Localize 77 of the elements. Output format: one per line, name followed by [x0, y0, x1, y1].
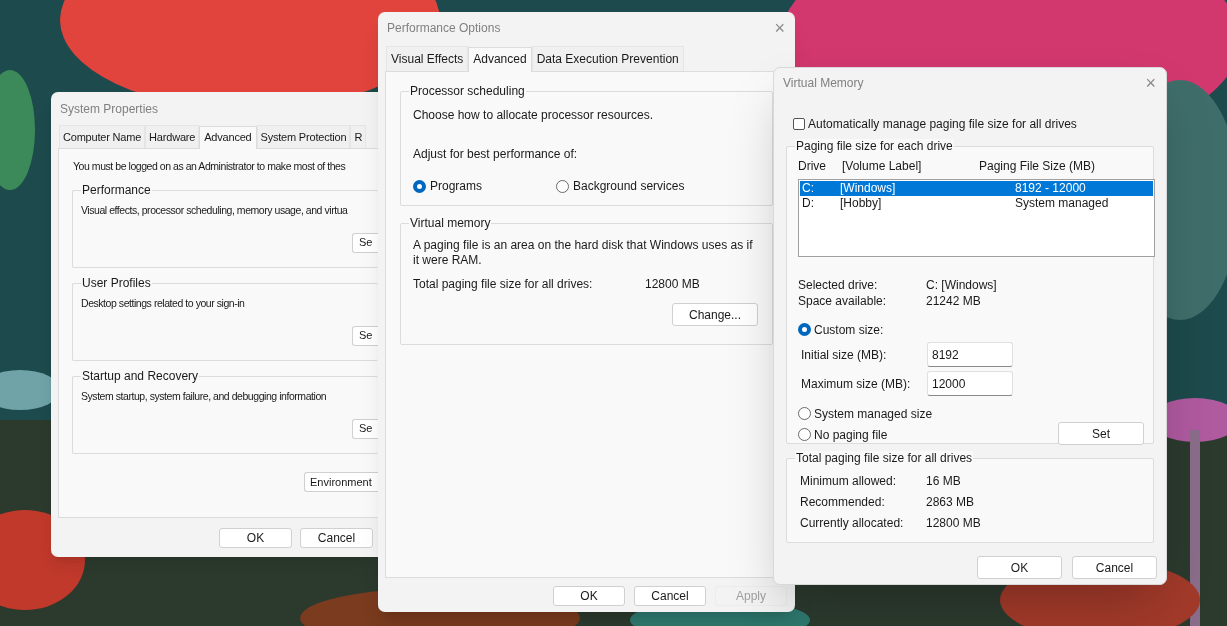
- group-title: Startup and Recovery: [81, 368, 200, 383]
- group-description: Desktop settings related to your sign-in: [81, 295, 246, 311]
- tab[interactable]: Hardware: [145, 124, 200, 148]
- radio-label: Background services: [573, 178, 685, 195]
- checkbox[interactable]: [793, 118, 805, 130]
- button[interactable]: OK: [219, 528, 292, 548]
- tab[interactable]: System Protection: [256, 124, 351, 148]
- button[interactable]: Se: [352, 418, 378, 439]
- group-title: Processor scheduling: [409, 84, 526, 98]
- drive-list[interactable]: C: [Windows] 8192 - 12000 D: [Hobby] System managed: [798, 179, 1155, 257]
- group-title: User Profiles: [81, 275, 152, 290]
- radio-button[interactable]: [798, 323, 811, 336]
- label-text: Space available:: [798, 293, 888, 309]
- column-header: Drive: [798, 158, 827, 175]
- tab[interactable]: Data Execution Prevention: [531, 46, 684, 71]
- radio-label: System managed size: [814, 405, 933, 423]
- tab[interactable]: Advanced: [199, 125, 257, 149]
- label-text: Total paging file size for all drives:: [413, 276, 594, 293]
- button[interactable]: OK: [977, 556, 1062, 579]
- button[interactable]: Se: [352, 232, 378, 253]
- radio-button[interactable]: [798, 428, 811, 441]
- radio-label: Programs: [430, 178, 482, 195]
- value-text: 16 MB: [926, 473, 961, 490]
- radio-button[interactable]: [413, 179, 426, 193]
- tab[interactable]: Computer Name: [59, 124, 146, 148]
- tab[interactable]: Advanced: [468, 47, 532, 72]
- button[interactable]: Cancel: [1072, 556, 1157, 579]
- value-text: C: [Windows]: [926, 277, 997, 293]
- value-text: 12800 MB: [926, 515, 981, 532]
- tab[interactable]: R: [350, 124, 367, 148]
- radio-button[interactable]: [556, 179, 569, 193]
- size-text: 8192 - 12000: [1015, 181, 1086, 196]
- notice-text: You must be logged on as an Administrator to make most of thes: [73, 159, 347, 174]
- group-title: Virtual memory: [409, 216, 492, 230]
- radio-button[interactable]: [798, 407, 811, 420]
- size-text: System managed: [1015, 196, 1109, 211]
- value-text: 21242 MB: [926, 293, 981, 309]
- value-text: 12800 MB: [645, 276, 700, 293]
- list-row[interactable]: C: [Windows] 8192 - 12000: [800, 181, 1153, 196]
- description-text: A paging file is an area on the hard disk that Windows uses as if it were RAM.: [413, 238, 754, 268]
- field-label: Initial size (MB):: [801, 346, 888, 364]
- label-text: Selected drive:: [798, 277, 879, 293]
- button[interactable]: Change...: [672, 303, 758, 326]
- button[interactable]: Set: [1058, 422, 1144, 445]
- description-text: Choose how to allocate processor resources.: [413, 107, 655, 124]
- label-text: [Windows]: [840, 181, 897, 196]
- button[interactable]: Se: [352, 325, 378, 346]
- label-text: Currently allocated:: [800, 515, 905, 532]
- label-text: Recommended:: [800, 494, 886, 511]
- column-header: [Volume Label]: [842, 158, 923, 175]
- button[interactable]: Cancel: [300, 528, 373, 548]
- column-header: Paging File Size (MB): [979, 158, 1096, 175]
- tab[interactable]: Visual Effects: [386, 46, 469, 71]
- checkbox-label: Automatically manage paging file size for all drives: [808, 116, 1077, 133]
- group-description: System startup, system failure, and debugging information: [81, 388, 328, 404]
- label-text: Adjust for best performance of:: [413, 146, 579, 163]
- button[interactable]: Environment: [304, 471, 378, 492]
- group-title: Total paging file size for all drives: [795, 451, 974, 465]
- value-text: 2863 MB: [926, 494, 975, 511]
- drive-text: C:: [802, 181, 815, 196]
- label-text: [Hobby]: [840, 196, 883, 211]
- radio-label: No paging file: [814, 426, 888, 444]
- input-field[interactable]: 12000: [927, 371, 1013, 396]
- window-title: Performance Options: [387, 20, 501, 37]
- label-text: Minimum allowed:: [800, 473, 898, 490]
- button[interactable]: Cancel: [634, 586, 706, 606]
- group-title: Paging file size for each drive: [795, 139, 954, 153]
- button[interactable]: OK: [553, 586, 625, 606]
- radio-label: Custom size:: [814, 321, 884, 339]
- group-title: Performance: [81, 182, 152, 197]
- window-title: Virtual Memory: [783, 75, 864, 92]
- window-title: System Properties: [59, 101, 160, 118]
- drive-text: D:: [802, 196, 815, 211]
- input-field[interactable]: 8192: [927, 342, 1013, 367]
- list-row[interactable]: D: [Hobby] System managed: [800, 196, 1153, 211]
- field-label: Maximum size (MB):: [801, 375, 912, 393]
- group-description: Visual effects, processor scheduling, memory usage, and virtua: [81, 202, 349, 218]
